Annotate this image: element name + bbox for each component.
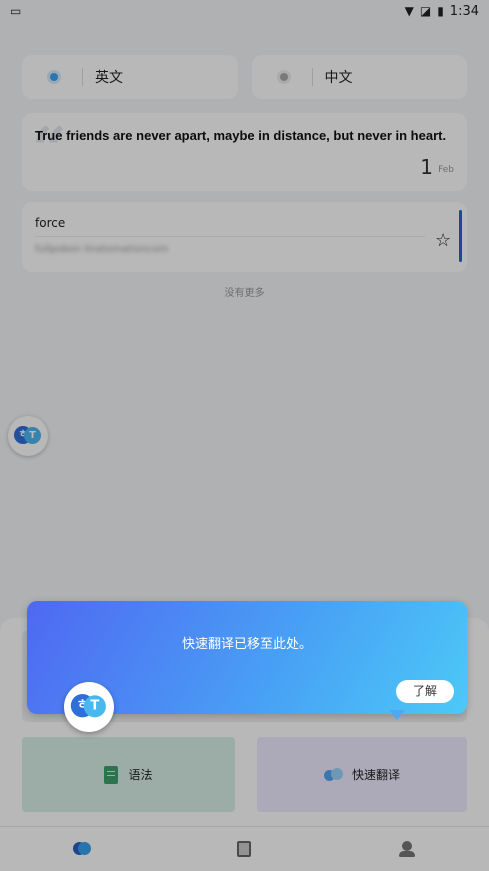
- dim-overlay[interactable]: [0, 0, 489, 871]
- tooltip-message: 快速翻译已移至此处。: [181, 637, 312, 652]
- floating-translate-button-highlight[interactable]: ㅎ T: [64, 682, 114, 732]
- tooltip-pointer: [389, 710, 405, 720]
- translate-logo-t-icon: T: [83, 695, 106, 718]
- tooltip-ok-button[interactable]: 了解: [396, 680, 454, 703]
